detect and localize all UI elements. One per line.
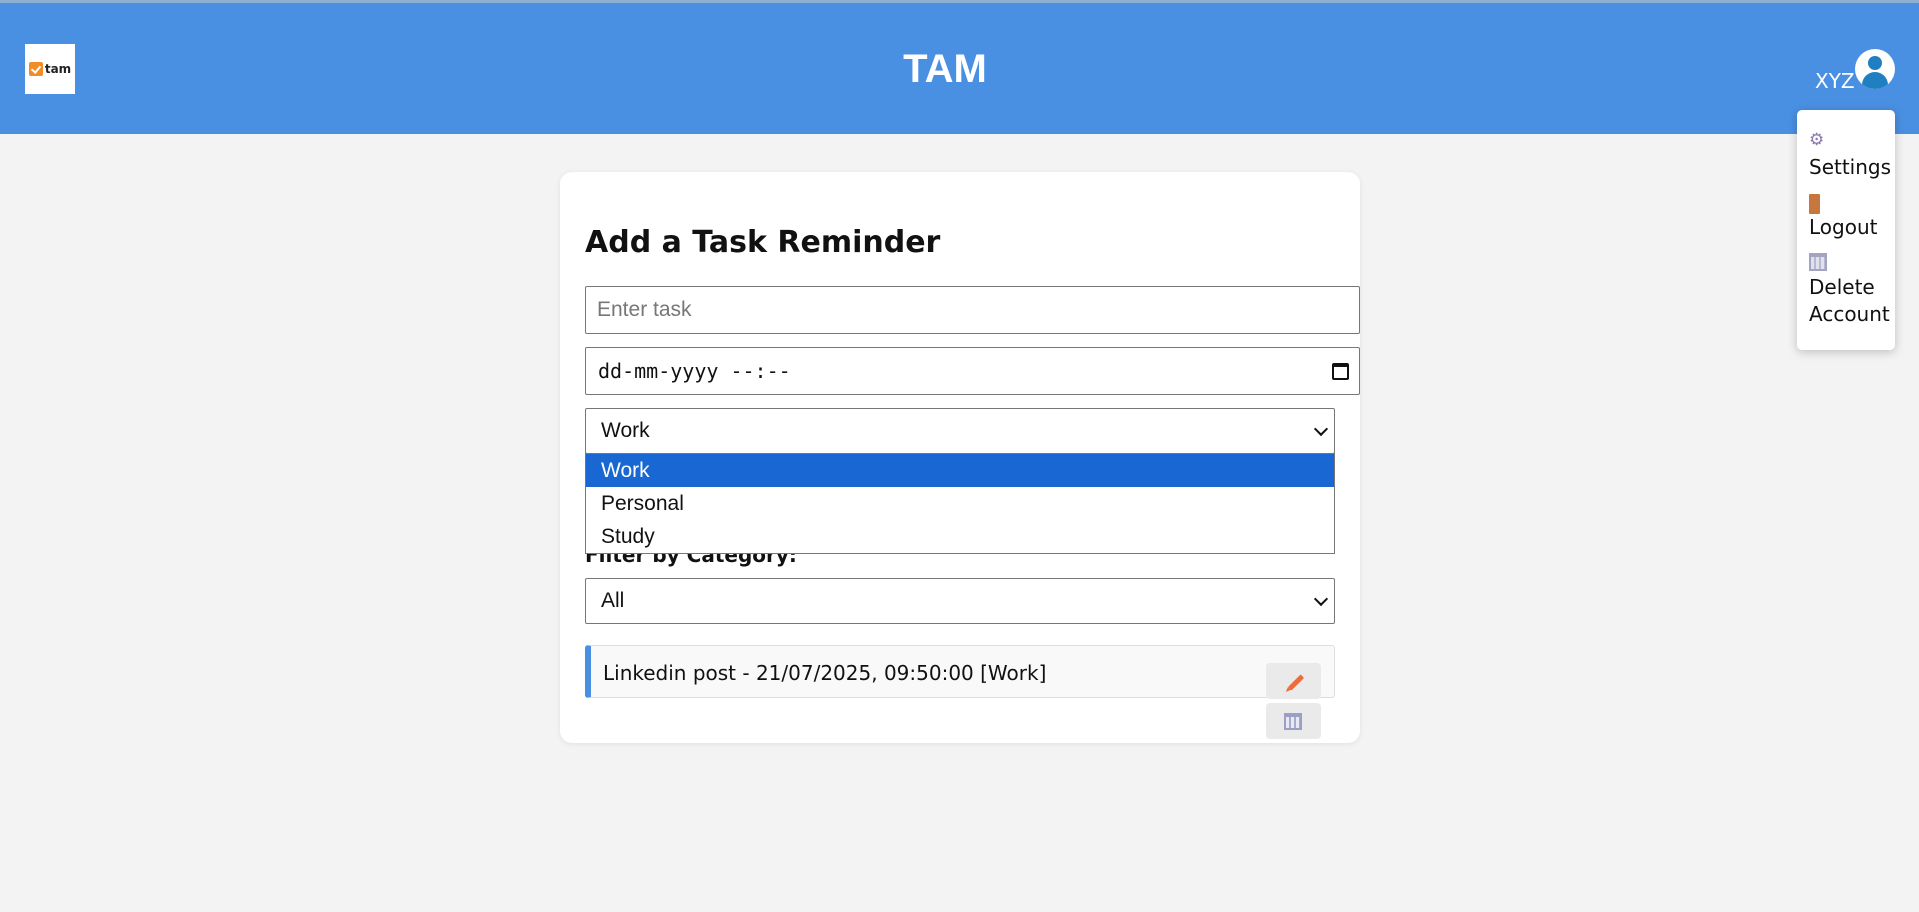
- user-avatar-icon[interactable]: [1855, 49, 1895, 89]
- avatar-head: [1868, 56, 1882, 70]
- task-input[interactable]: [585, 286, 1360, 334]
- avatar-body: [1862, 72, 1888, 89]
- door-icon: [1809, 194, 1820, 214]
- task-text: Linkedin post - 21/07/2025, 09:50:00 [Wo…: [603, 661, 1047, 685]
- user-dropdown-menu: ⚙ Settings Logout Delete Account: [1797, 110, 1895, 350]
- pencil-icon: [1287, 674, 1305, 691]
- chevron-down-icon: [1313, 421, 1329, 437]
- gear-icon: ⚙: [1809, 130, 1825, 149]
- category-option-personal[interactable]: Personal: [586, 487, 1334, 520]
- filter-category-select[interactable]: All: [585, 578, 1335, 624]
- wastebasket-icon: [1284, 713, 1302, 730]
- category-selected-value: Work: [601, 419, 650, 442]
- user-name[interactable]: XYZ: [1815, 69, 1855, 93]
- settings-menu-item[interactable]: Settings: [1809, 154, 1891, 181]
- category-select[interactable]: Work: [585, 408, 1335, 454]
- datetime-value: dd-mm-yyyy --:--: [598, 359, 791, 383]
- app-title: TAM: [903, 47, 987, 91]
- wastebasket-icon: [1809, 253, 1827, 271]
- delete-account-menu-item[interactable]: Delete Account: [1809, 274, 1890, 328]
- task-reminder-card: Add a Task Reminder dd-mm-yyyy --:-- Wor…: [560, 172, 1360, 743]
- app-header: tam TAM XYZ: [0, 3, 1919, 134]
- datetime-input[interactable]: dd-mm-yyyy --:--: [585, 347, 1360, 395]
- filter-selected-value: All: [601, 589, 625, 612]
- category-option-study[interactable]: Study: [586, 520, 1334, 553]
- chevron-down-icon: [1313, 591, 1329, 607]
- calendar-icon[interactable]: [1332, 363, 1349, 380]
- edit-task-button[interactable]: [1266, 663, 1321, 699]
- category-options-list: Work Personal Study: [585, 453, 1335, 554]
- delete-task-button[interactable]: [1266, 703, 1321, 739]
- logout-menu-item[interactable]: Logout: [1809, 214, 1877, 241]
- page-title: Add a Task Reminder: [585, 225, 941, 260]
- category-option-work[interactable]: Work: [586, 454, 1334, 487]
- task-item: Linkedin post - 21/07/2025, 09:50:00 [Wo…: [585, 645, 1335, 698]
